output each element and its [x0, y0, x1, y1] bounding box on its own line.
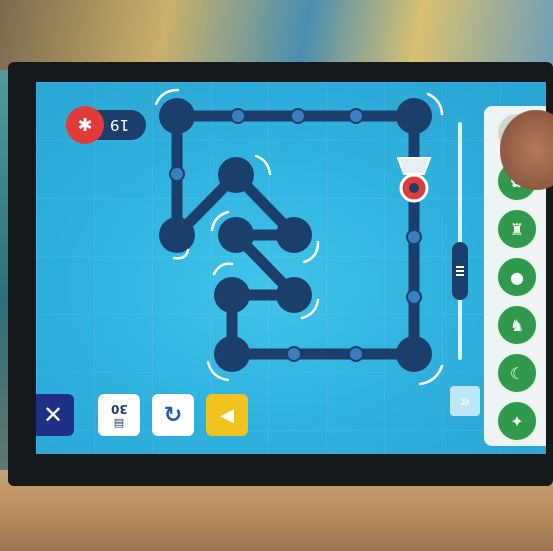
path-marker [169, 166, 185, 182]
user-finger [500, 110, 553, 190]
turn-arrow-icon [254, 154, 272, 176]
close-icon: ✕ [42, 401, 64, 429]
palette-item-bird[interactable]: ✦ [496, 400, 538, 442]
path-node [159, 217, 195, 253]
undo-icon: ↻ [163, 402, 183, 428]
undo-button[interactable]: ↻ [152, 394, 194, 436]
flame-icon: ● [510, 267, 524, 287]
zoom-slider-track[interactable] [458, 122, 462, 360]
path-marker [348, 346, 364, 362]
path-node [218, 157, 254, 193]
path-marker [348, 108, 364, 124]
expand-palette-button[interactable]: » [450, 386, 480, 416]
path-node [214, 277, 250, 313]
path-node [276, 277, 312, 313]
moon-icon: ☾ [509, 363, 525, 383]
animal-icon: ♞ [509, 315, 525, 335]
background-photo-top [0, 0, 553, 70]
path-node [218, 217, 254, 253]
path-marker [286, 346, 302, 362]
double-chevron-right-icon: » [459, 390, 471, 412]
close-button[interactable]: ✕ [36, 394, 74, 436]
path-node [396, 336, 432, 372]
bird-icon: ✦ [510, 411, 524, 431]
path-node [159, 98, 195, 134]
path-marker [290, 108, 306, 124]
path-node [396, 98, 432, 134]
ruler-icon: ▤ [113, 415, 125, 429]
palette-item-moon[interactable]: ☾ [496, 352, 538, 394]
palette-item-flame[interactable]: ● [496, 256, 538, 298]
drop-icon: ✱ [66, 106, 104, 144]
ruler-value: 30 [110, 401, 128, 416]
path-marker [406, 289, 422, 305]
zoom-slider-thumb[interactable] [452, 242, 468, 300]
path-node [214, 336, 250, 372]
counter-value: 19 [110, 116, 130, 134]
ruler-button[interactable]: 30 ▤ [98, 394, 140, 436]
path-marker [230, 108, 246, 124]
path-marker [406, 229, 422, 245]
fuel-counter: ✱ 19 [66, 106, 146, 144]
turn-arrow-icon [212, 262, 234, 276]
palette-item-castle[interactable]: ♜ [496, 208, 538, 250]
palette-item-animal[interactable]: ♞ [496, 304, 538, 346]
play-button[interactable]: ◀ [206, 394, 248, 436]
game-screen: ✱ 19 ✕ 30 ▤ ↻ ◀ » ▲ ✿ ♜ ● ♞ ☾ ✦ [36, 82, 546, 454]
path-node [276, 217, 312, 253]
castle-icon: ♜ [509, 219, 525, 239]
rocket-sprite [396, 157, 432, 203]
play-icon: ◀ [220, 404, 234, 426]
